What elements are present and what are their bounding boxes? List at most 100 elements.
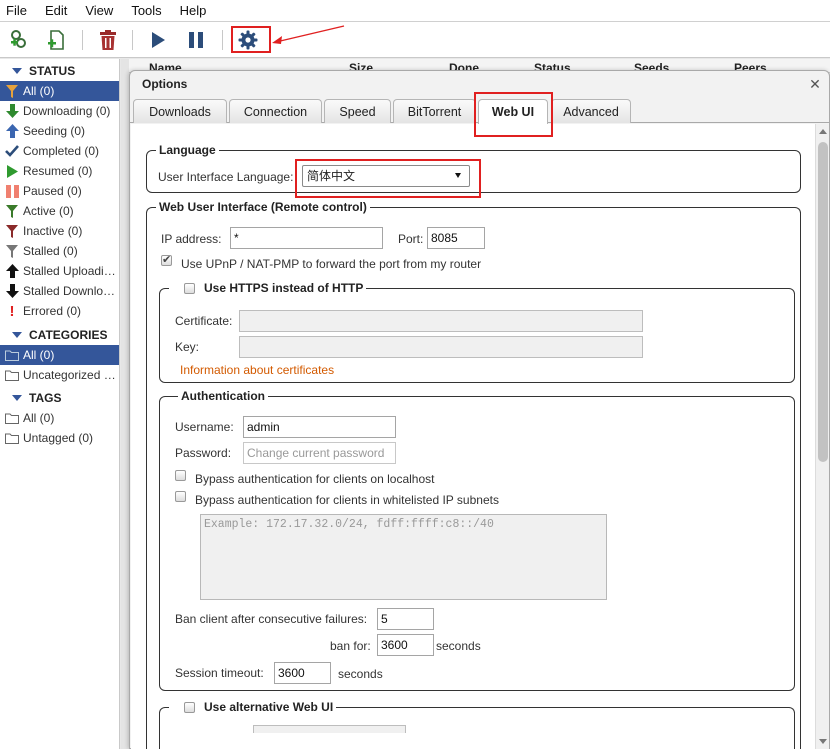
tab-downloads[interactable]: Downloads — [133, 99, 227, 123]
folder-icon — [4, 367, 20, 383]
dialog-title: Options — [142, 77, 188, 91]
options-dialog: Options ✕ Downloads Connection Speed Bit… — [129, 70, 830, 749]
ban-for-label: ban for: — [330, 639, 371, 653]
menu-file[interactable]: File — [0, 0, 36, 22]
port-input[interactable]: 8085 — [427, 227, 485, 249]
language-fieldset: Language User Interface Language: 简体中文 — [146, 143, 801, 198]
resume-button[interactable] — [146, 28, 170, 52]
folder-icon — [4, 430, 20, 446]
categories-section-header[interactable]: CATEGORIES — [0, 325, 119, 345]
menu-bar: File Edit View Tools Help — [0, 0, 830, 22]
filter-icon — [4, 243, 20, 259]
username-input[interactable]: admin — [243, 416, 396, 438]
folder-icon — [4, 347, 20, 363]
sidebar-item-all[interactable]: All (0) — [0, 81, 119, 101]
download-arrow-icon — [4, 103, 20, 119]
authentication-fieldset: Authentication Username: admin Password:… — [159, 389, 795, 691]
sidebar-item-stalled[interactable]: Stalled (0) — [0, 241, 119, 261]
bypass-localhost-checkbox[interactable] — [175, 470, 186, 481]
bypass-localhost-label: Bypass authentication for clients on loc… — [195, 472, 435, 486]
sidebar-item-stalled-uploading[interactable]: Stalled Uploadi… — [0, 261, 119, 281]
tab-bittorrent[interactable]: BitTorrent — [393, 99, 476, 123]
alt-webui-checkbox[interactable] — [184, 701, 195, 713]
play-icon — [4, 163, 20, 179]
pause-icon — [4, 183, 20, 199]
upload-arrow-icon — [4, 123, 20, 139]
tab-connection[interactable]: Connection — [229, 99, 322, 123]
ban-for-input[interactable]: 3600 — [377, 634, 434, 656]
sidebar-category-all[interactable]: All (0) — [0, 345, 119, 365]
status-section-header[interactable]: STATUS — [0, 61, 119, 81]
toolbar — [0, 22, 830, 58]
sidebar-category-uncategorized[interactable]: Uncategorized … — [0, 365, 119, 385]
https-fieldset: Use HTTPS instead of HTTP Certificate: K… — [159, 281, 795, 383]
bypass-whitelist-checkbox[interactable] — [175, 491, 186, 502]
scrollbar-thumb[interactable] — [818, 142, 828, 462]
toolbar-separator — [222, 30, 223, 50]
resume-icon — [152, 32, 165, 48]
add-link-icon — [11, 30, 26, 48]
alt-webui-path-input[interactable] — [253, 725, 406, 733]
webui-fieldset: Web User Interface (Remote control) IP a… — [146, 200, 801, 749]
sidebar-item-errored[interactable]: ! Errored (0) — [0, 301, 119, 321]
filter-icon — [4, 83, 20, 99]
certificate-input[interactable] — [239, 310, 643, 332]
menu-view[interactable]: View — [76, 0, 122, 22]
sidebar-item-completed[interactable]: Completed (0) — [0, 141, 119, 161]
password-label: Password: — [175, 446, 232, 460]
delete-button[interactable] — [96, 28, 120, 52]
session-timeout-label: Session timeout: — [175, 666, 264, 680]
scroll-down-icon[interactable] — [819, 739, 827, 744]
sidebar-item-active[interactable]: Active (0) — [0, 201, 119, 221]
menu-edit[interactable]: Edit — [36, 0, 76, 22]
toolbar-separator — [82, 30, 83, 50]
webui-panel: Language User Interface Language: 简体中文 W… — [131, 124, 815, 749]
panel-scrollbar[interactable] — [815, 124, 829, 749]
annotation-arrow-icon — [272, 25, 345, 44]
filter-icon — [4, 223, 20, 239]
menu-tools[interactable]: Tools — [122, 0, 170, 22]
authentication-legend: Authentication — [178, 389, 268, 403]
language-legend: Language — [156, 143, 219, 157]
collapse-triangle-icon — [12, 332, 22, 338]
sidebar-item-resumed[interactable]: Resumed (0) — [0, 161, 119, 181]
ban-failures-input[interactable]: 5 — [377, 608, 434, 630]
pause-button[interactable] — [184, 28, 208, 52]
port-label: Port: — [398, 232, 424, 246]
sidebar-item-seeding[interactable]: Seeding (0) — [0, 121, 119, 141]
scroll-up-icon[interactable] — [819, 129, 827, 134]
sidebar-item-downloading[interactable]: Downloading (0) — [0, 101, 119, 121]
sidebar: STATUS All (0) Downloading (0) Seeding (… — [0, 59, 120, 749]
username-label: Username: — [175, 420, 234, 434]
collapse-triangle-icon — [12, 68, 22, 74]
sidebar-tag-all[interactable]: All (0) — [0, 408, 119, 428]
webui-tab-highlight-box — [474, 92, 553, 137]
session-timeout-input[interactable]: 3600 — [274, 662, 331, 684]
ban-seconds-label: seconds — [436, 639, 481, 653]
close-icon[interactable]: ✕ — [807, 76, 823, 92]
ip-address-input[interactable]: * — [230, 227, 383, 249]
menu-help[interactable]: Help — [171, 0, 216, 22]
sidebar-tag-untagged[interactable]: Untagged (0) — [0, 428, 119, 448]
sidebar-splitter[interactable] — [121, 59, 129, 749]
certificate-label: Certificate: — [175, 314, 233, 328]
https-checkbox[interactable] — [184, 282, 195, 294]
password-input[interactable]: Change current password — [243, 442, 396, 464]
session-seconds-label: seconds — [338, 667, 383, 681]
pause-icon — [189, 32, 203, 48]
delete-icon — [100, 30, 116, 50]
whitelist-subnets-textarea[interactable]: Example: 172.17.32.0/24, fdff:ffff:c8::/… — [200, 514, 607, 600]
key-input[interactable] — [239, 336, 643, 358]
tags-section-header[interactable]: TAGS — [0, 388, 119, 408]
tab-advanced[interactable]: Advanced — [551, 99, 631, 123]
sidebar-item-inactive[interactable]: Inactive (0) — [0, 221, 119, 241]
add-file-button[interactable] — [45, 28, 69, 52]
upnp-checkbox[interactable] — [161, 253, 172, 266]
add-link-button[interactable] — [7, 28, 31, 52]
toolbar-separator — [132, 30, 133, 50]
sidebar-item-paused[interactable]: Paused (0) — [0, 181, 119, 201]
certificates-info-link[interactable]: Information about certificates — [180, 363, 334, 377]
sidebar-item-stalled-downloading[interactable]: Stalled Downlo… — [0, 281, 119, 301]
tab-speed[interactable]: Speed — [324, 99, 391, 123]
language-highlight-box — [295, 159, 481, 198]
